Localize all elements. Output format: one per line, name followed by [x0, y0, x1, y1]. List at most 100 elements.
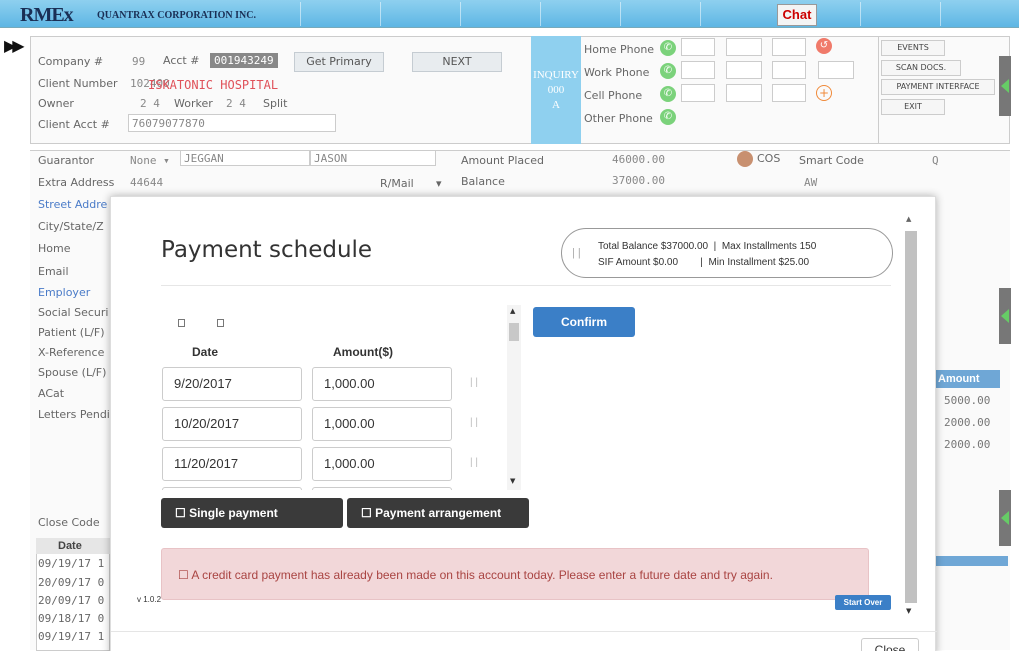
table-row[interactable]: 09/18/17 0 [38, 612, 104, 625]
summary-divider: | | [572, 247, 581, 259]
aw-value: AW [804, 176, 818, 189]
close-code-label: Close Code [38, 516, 100, 529]
scrollbar-thumb[interactable] [905, 231, 917, 603]
company-value: 99 [132, 55, 146, 68]
modal-title: Payment schedule [161, 237, 373, 263]
payment-date-input[interactable]: 10/20/2017 [162, 407, 302, 441]
home-phone-label: Home Phone [584, 43, 655, 56]
header-grid-line [940, 2, 941, 26]
schedule-scrollbar[interactable]: ▲ ▼ [507, 305, 521, 490]
payment-interface-button[interactable]: PAYMENT INTERFACE [881, 79, 995, 95]
row-action-icon[interactable]: | | [470, 377, 478, 388]
select-all-checkbox[interactable] [178, 319, 185, 327]
collapse-panel-tab[interactable] [999, 56, 1011, 116]
close-button[interactable]: Close [861, 638, 919, 651]
chat-button[interactable]: Chat [777, 4, 817, 26]
modal-footer-divider [111, 631, 937, 632]
scrollbar-thumb[interactable] [509, 323, 519, 341]
get-primary-button[interactable]: Get Primary [294, 52, 384, 72]
scroll-up-icon[interactable]: ▲ [510, 307, 515, 315]
next-button[interactable]: NEXT [412, 52, 502, 72]
phone-call-icon[interactable]: ✆ [660, 63, 676, 79]
email-label: Email [38, 265, 69, 278]
cell-phone-prefix[interactable] [726, 84, 762, 102]
table-row[interactable]: 09/19/17 1 [38, 630, 104, 643]
rmail-label: R/Mail [380, 177, 414, 190]
cell-phone-area[interactable] [681, 84, 715, 102]
other-phone-label: Other Phone [584, 112, 653, 125]
select-checkbox[interactable] [217, 319, 224, 327]
scroll-down-icon[interactable]: ▼ [906, 607, 911, 615]
version-label: v 1.0.2 [137, 595, 162, 604]
cos-icon[interactable] [737, 151, 753, 167]
phone-call-icon[interactable]: ✆ [660, 40, 676, 56]
inquiry-status: INQUIRY 000 A [531, 36, 581, 144]
smart-code-label: Smart Code [799, 154, 864, 167]
table-row[interactable]: 20/09/17 0 [38, 576, 104, 589]
amount-column-header: Amount [936, 370, 1000, 388]
work-phone-area[interactable] [681, 61, 715, 79]
events-button[interactable]: EVENTS [881, 40, 945, 56]
exit-button[interactable]: EXIT [881, 99, 945, 115]
payment-date-input[interactable]: 11/20/2017 [162, 447, 302, 481]
guarantor-first-field[interactable]: JASON [310, 150, 436, 166]
payment-amount-input[interactable]: 1,000.00 [312, 407, 452, 441]
work-phone-prefix[interactable] [726, 61, 762, 79]
street-address-label[interactable]: Street Addre [38, 198, 107, 211]
balance-summary: | | Total Balance $37000.00 | Max Instal… [561, 228, 893, 278]
home-phone-area[interactable] [681, 38, 715, 56]
work-phone-ext[interactable] [818, 61, 854, 79]
scroll-up-icon[interactable]: ▲ [906, 215, 911, 223]
phone-call-icon[interactable]: ✆ [660, 86, 676, 102]
home-phone-prefix[interactable] [726, 38, 762, 56]
amount-column-header: Amount($) [333, 345, 393, 359]
single-payment-button[interactable]: ☐ Single payment [161, 498, 343, 528]
header-grid-line [700, 2, 701, 26]
payment-amount-input[interactable] [312, 487, 452, 490]
table-row[interactable]: 20/09/17 0 [38, 594, 104, 607]
employer-label[interactable]: Employer [38, 286, 90, 299]
split-label: Split [263, 97, 288, 110]
worker-value: 2 4 [226, 97, 246, 110]
client-number-label: Client Number [38, 77, 118, 90]
phone-call-icon[interactable]: ✆ [660, 109, 676, 125]
home-phone-line[interactable] [772, 38, 806, 56]
spouse-label: Spouse (L/F) [38, 366, 107, 379]
payment-amount-input[interactable]: 1,000.00 [312, 447, 452, 481]
collapse-panel-tab[interactable] [999, 490, 1011, 546]
collapse-panel-tab[interactable] [999, 288, 1011, 344]
rmail-dropdown[interactable]: ▾ [436, 177, 442, 190]
patient-label: Patient (L/F) [38, 326, 105, 339]
payment-amount-input[interactable]: 1,000.00 [312, 367, 452, 401]
payment-date-input[interactable] [162, 487, 302, 490]
payment-date-input[interactable]: 9/20/2017 [162, 367, 302, 401]
modal-scrollbar[interactable]: ▲ ▼ [904, 211, 918, 616]
confirm-button[interactable]: Confirm [533, 307, 635, 337]
cell-phone-line[interactable] [772, 84, 806, 102]
scroll-down-icon[interactable]: ▼ [510, 477, 515, 485]
acct-number[interactable]: 001943249 [210, 53, 278, 68]
client-acct-label: Client Acct # [38, 118, 110, 131]
row-action-icon[interactable]: | | [470, 457, 478, 468]
table-row[interactable]: 09/19/17 1 [38, 557, 104, 570]
acat-label: ACat [38, 387, 65, 400]
expand-nav-icon[interactable]: ▶▶ [4, 36, 25, 55]
work-phone-line[interactable] [772, 61, 806, 79]
summary-row-1: Total Balance $37000.00 | Max Installmen… [598, 241, 817, 252]
summary-row-2: SIF Amount $0.00 | Min Installment $25.0… [598, 257, 810, 268]
client-acct-field[interactable]: 76079077870 [128, 114, 336, 132]
guarantor-last-field[interactable]: JEGGAN [180, 150, 310, 166]
error-alert: ☐ A credit card payment has already been… [161, 548, 869, 600]
add-phone-icon[interactable]: + [816, 85, 832, 101]
row-action-icon[interactable]: | | [470, 417, 478, 428]
payment-schedule-modal: Payment schedule | | Total Balance $3700… [110, 196, 937, 651]
undo-icon[interactable]: ↺ [816, 38, 832, 54]
scan-docs-button[interactable]: SCAN DOCS. [881, 60, 961, 76]
guarantor-select[interactable]: None ▾ [130, 154, 170, 167]
x-reference-label: X-Reference [38, 346, 105, 359]
header-grid-line [380, 2, 381, 26]
amount-cell: 2000.00 [944, 416, 991, 429]
payment-arrangement-button[interactable]: ☐ Payment arrangement [347, 498, 529, 528]
extra-address-label: Extra Address [38, 176, 115, 189]
start-over-button[interactable]: Start Over [835, 595, 891, 610]
